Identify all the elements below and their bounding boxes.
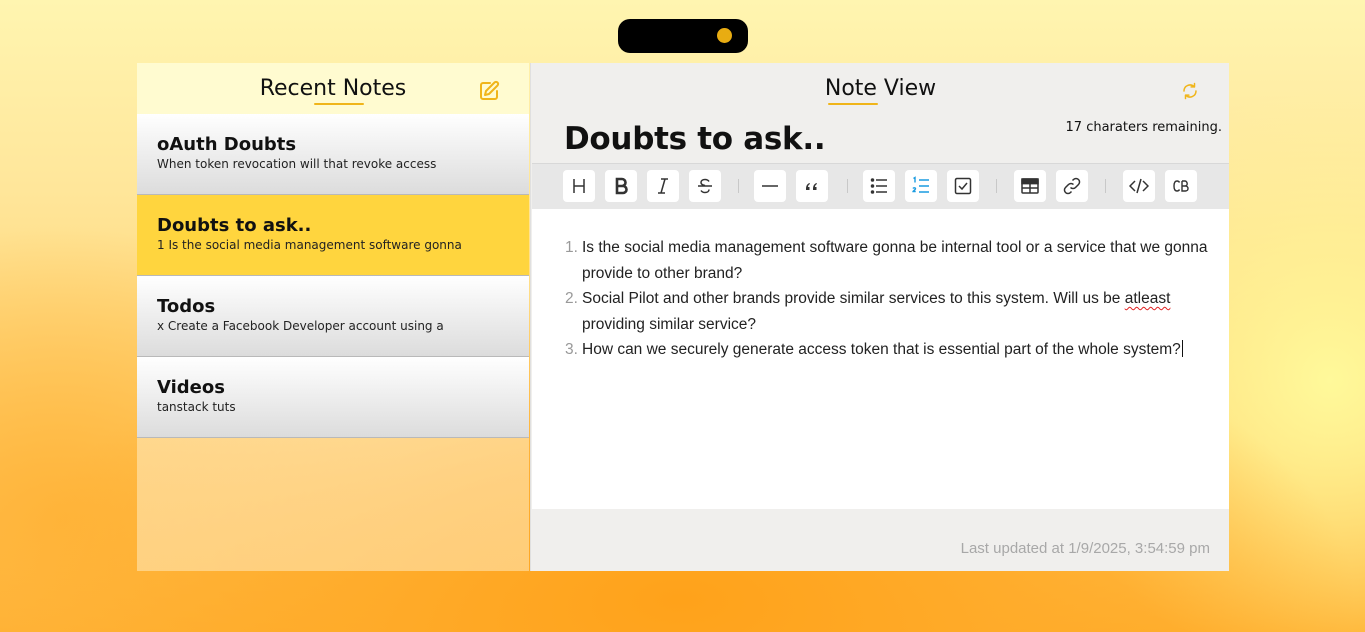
code-block-button[interactable] <box>1165 170 1197 202</box>
title-underline <box>828 103 878 105</box>
last-updated: Last updated at 1/9/2025, 3:54:59 pm <box>960 540 1210 557</box>
refresh-button[interactable] <box>1181 82 1199 100</box>
checkbox-icon <box>954 177 972 195</box>
list-text: Social Pilot and other brands provide si… <box>582 290 1125 307</box>
sidebar-header: Recent Notes <box>137 63 529 114</box>
note-title: oAuth Doubts <box>157 134 297 155</box>
note-preview: When token revocation will that revoke a… <box>157 157 437 171</box>
quote-button[interactable] <box>796 170 828 202</box>
toolbar-separator <box>1105 179 1106 193</box>
note-editor[interactable]: 1. Is the social media management softwar… <box>532 209 1229 509</box>
note-item-todos[interactable]: Todos x Create a Facebook Developer acco… <box>137 276 529 357</box>
toolbar-separator <box>996 179 997 193</box>
italic-button[interactable] <box>647 170 679 202</box>
note-title: Videos <box>157 377 225 398</box>
note-item-doubts-to-ask[interactable]: Doubts to ask.. 1 Is the social media ma… <box>137 195 529 276</box>
main-title: Note View <box>824 76 937 101</box>
sidebar-title: Recent Notes <box>259 76 407 101</box>
list-number: 2. <box>565 290 578 307</box>
note-title-input[interactable]: Doubts to ask.. <box>564 121 826 157</box>
chars-remaining: 17 charaters remaining. <box>1065 120 1222 135</box>
new-note-button[interactable] <box>477 79 501 103</box>
bold-icon <box>615 177 628 195</box>
note-view-panel: Note View 17 charaters remaining. Doubts… <box>530 63 1229 571</box>
text-caret <box>1181 340 1183 357</box>
sidebar: Recent Notes oAuth Doubts When token rev… <box>137 63 529 571</box>
strikethrough-button[interactable] <box>689 170 721 202</box>
horizontal-rule-button[interactable] <box>754 170 786 202</box>
toolbar-separator <box>847 179 848 193</box>
list-item: 2. Social Pilot and other brands provide … <box>565 286 1212 337</box>
bullet-list-icon <box>870 178 887 194</box>
note-item-videos[interactable]: Videos tanstack tuts <box>137 357 529 438</box>
table-icon <box>1021 178 1039 194</box>
link-icon <box>1063 177 1081 195</box>
list-number: 3. <box>565 341 578 358</box>
italic-icon <box>658 178 668 194</box>
list-item: 1. Is the social media management softwar… <box>565 235 1212 286</box>
status-pill <box>618 19 748 53</box>
list-text: How can we securely generate access toke… <box>582 341 1181 358</box>
ordered-list-button[interactable] <box>905 170 937 202</box>
toolbar-separator <box>738 179 739 193</box>
quote-icon <box>806 183 817 190</box>
misspelled-word: atleast <box>1124 290 1171 307</box>
note-preview: tanstack tuts <box>157 400 236 414</box>
note-item-oauth-doubts[interactable]: oAuth Doubts When token revocation will … <box>137 114 529 195</box>
code-icon <box>1129 178 1149 194</box>
strikethrough-icon <box>698 178 712 194</box>
refresh-icon <box>1183 82 1197 100</box>
ordered-list-icon <box>912 176 929 193</box>
bold-button[interactable] <box>605 170 637 202</box>
list-text: providing similar service? <box>582 315 757 333</box>
note-preview: x Create a Facebook Developer account us… <box>157 319 444 333</box>
code-button[interactable] <box>1123 170 1155 202</box>
checklist-button[interactable] <box>947 170 979 202</box>
notes-app: Recent Notes oAuth Doubts When token rev… <box>137 63 1229 571</box>
heading-button[interactable] <box>563 170 595 202</box>
note-title: Todos <box>157 296 216 317</box>
edit-square-icon <box>480 80 500 100</box>
note-title: Doubts to ask.. <box>157 215 312 236</box>
note-list: oAuth Doubts When token revocation will … <box>137 114 529 438</box>
table-button[interactable] <box>1014 170 1046 202</box>
horizontal-rule-icon <box>762 185 778 187</box>
status-dot <box>717 28 732 43</box>
code-block-icon <box>1173 180 1189 192</box>
title-underline <box>314 103 364 105</box>
ordered-list: 1. Is the social media management softwar… <box>565 235 1212 363</box>
bullet-list-button[interactable] <box>863 170 895 202</box>
link-button[interactable] <box>1056 170 1088 202</box>
list-text: Is the social media management software … <box>582 239 1208 282</box>
list-item: 3. How can we securely generate access to… <box>565 337 1212 363</box>
list-number: 1. <box>565 239 578 256</box>
heading-icon <box>573 179 585 193</box>
note-preview: 1 Is the social media management softwar… <box>157 238 462 252</box>
editor-toolbar <box>532 163 1229 209</box>
